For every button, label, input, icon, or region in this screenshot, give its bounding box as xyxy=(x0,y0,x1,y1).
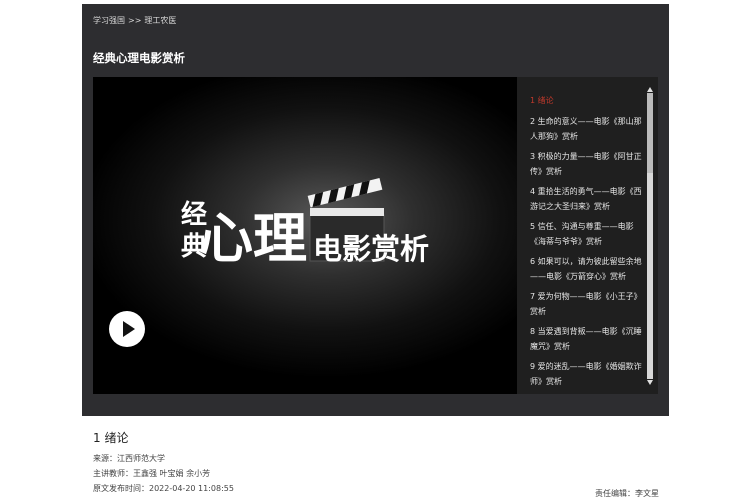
editor-label: 责任编辑： xyxy=(595,489,635,498)
playlist-item[interactable]: 3 积极的力量——电影《阿甘正传》赏析 xyxy=(530,149,646,179)
playlist-item[interactable]: 5 信任、沟通与尊重——电影《海蒂与爷爷》赏析 xyxy=(530,219,646,249)
playlist-item[interactable]: 6 如果可以，请为彼此留些余地——电影《万箭穿心》赏析 xyxy=(530,254,646,284)
content-panel: 学习强国 >> 理工农医 经典心理电影赏析 经 典 心理 电影赏析 1 绪论 2… xyxy=(82,4,669,416)
scroll-down-icon[interactable] xyxy=(647,380,653,385)
lesson-title: 1 绪论 xyxy=(93,431,129,445)
playlist-item[interactable]: 4 重拾生活的勇气——电影《西游记之大圣归来》赏析 xyxy=(530,184,646,214)
teacher-line: 主讲教师：王鑫强 叶宝娟 余小芳 xyxy=(93,466,234,481)
playlist-item[interactable]: 9 爱的迷乱——电影《婚姻欺诈师》赏析 xyxy=(530,359,646,389)
editor-credit: 责任编辑：李文星 xyxy=(595,488,659,499)
source-label: 来源： xyxy=(93,454,117,463)
logo-main-text: 心理 xyxy=(199,207,307,270)
page-title: 经典心理电影赏析 xyxy=(93,51,185,65)
breadcrumb-separator: >> xyxy=(128,16,142,25)
publish-label: 原文发布时间： xyxy=(93,484,149,493)
publish-line: 原文发布时间：2022-04-20 11:08:55 xyxy=(93,481,234,496)
breadcrumb-category-link[interactable]: 理工农医 xyxy=(144,16,176,25)
source-value: 江西师范大学 xyxy=(117,454,165,463)
scrollbar-thumb[interactable] xyxy=(647,93,653,173)
playlist-item[interactable]: 7 爱为何物——电影《小王子》赏析 xyxy=(530,289,646,319)
teacher-label: 主讲教师： xyxy=(93,469,133,478)
breadcrumb: 学习强国 >> 理工农医 xyxy=(93,15,176,26)
playlist: 1 绪论 2 生命的意义——电影《那山那人那狗》赏析 3 积极的力量——电影《阿甘正… xyxy=(517,77,658,394)
breadcrumb-home-link[interactable]: 学习强国 xyxy=(93,16,125,25)
playlist-scrollbar[interactable] xyxy=(647,87,653,385)
lesson-info: 1 绪论 来源：江西师范大学 主讲教师：王鑫强 叶宝娟 余小芳 原文发布时间：2… xyxy=(93,429,234,496)
playlist-item[interactable]: 8 当爱遇到背叛——电影《沉睡魔咒》赏析 xyxy=(530,324,646,354)
source-line: 来源：江西师范大学 xyxy=(93,451,234,466)
teacher-value: 王鑫强 叶宝娟 余小芳 xyxy=(133,469,211,478)
playlist-item[interactable]: 1 绪论 xyxy=(530,93,646,108)
logo-sub-text: 电影赏析 xyxy=(313,232,429,266)
playlist-item[interactable]: 2 生命的意义——电影《那山那人那狗》赏析 xyxy=(530,114,646,144)
editor-name: 李文星 xyxy=(635,489,659,498)
playlist-list: 1 绪论 2 生命的意义——电影《那山那人那狗》赏析 3 积极的力量——电影《阿甘正… xyxy=(517,77,658,389)
play-icon[interactable] xyxy=(109,311,145,347)
video-poster-logo: 经 典 心理 电影赏析 xyxy=(181,177,429,270)
scroll-up-icon[interactable] xyxy=(647,87,653,92)
video-player[interactable]: 经 典 心理 电影赏析 xyxy=(93,77,517,394)
publish-value: 2022-04-20 11:08:55 xyxy=(149,484,234,493)
